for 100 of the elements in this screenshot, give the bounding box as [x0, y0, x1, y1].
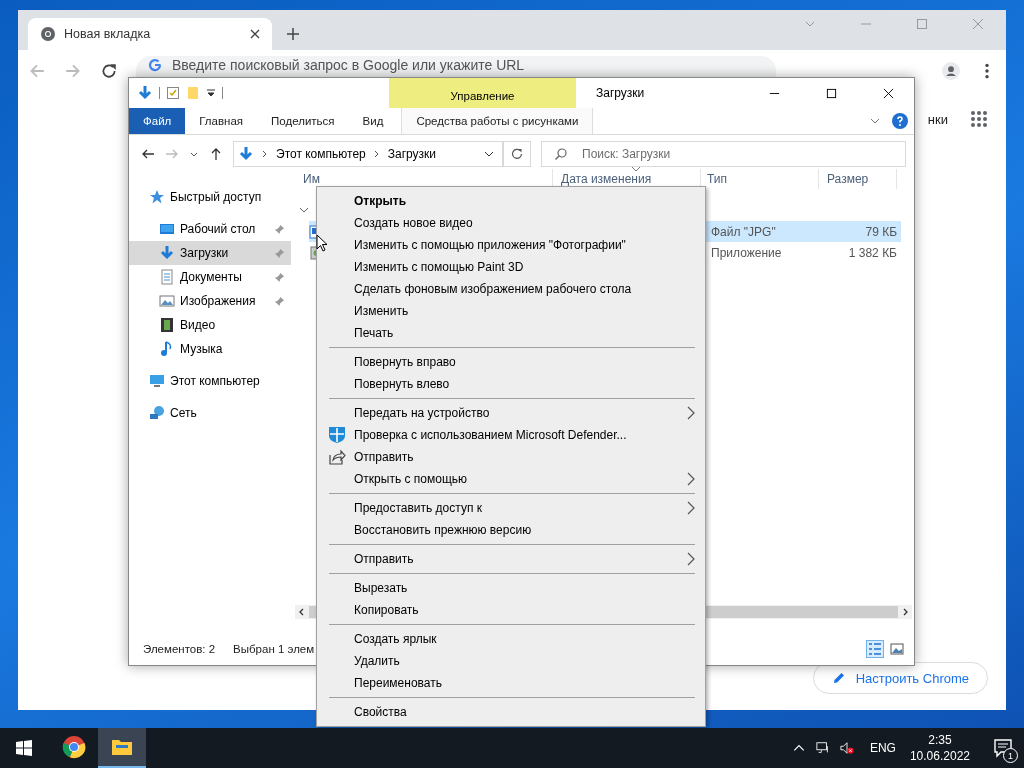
pencil-icon	[831, 671, 846, 685]
nav-item[interactable]: Музыка	[129, 337, 291, 361]
type-cell[interactable]: Приложение	[705, 242, 823, 263]
nav-item[interactable]: Этот компьютер	[129, 369, 291, 393]
menu-item[interactable]: Изменить	[319, 300, 703, 322]
menu-item[interactable]: Повернуть вправо	[319, 351, 703, 373]
help-icon[interactable]	[892, 113, 908, 129]
nav-item[interactable]: Видео	[129, 313, 291, 337]
computer-icon	[149, 373, 165, 389]
refresh-icon	[510, 147, 524, 161]
browser-tab[interactable]: Новая вкладка	[28, 18, 272, 50]
clock[interactable]: 2:35 10.06.2022	[909, 732, 970, 764]
nav-item[interactable]: Сеть	[129, 401, 291, 425]
menu-item[interactable]: Повернуть влево	[319, 373, 703, 395]
ribbon-tab[interactable]: Вид	[348, 108, 398, 134]
menu-item[interactable]: Отправить	[319, 446, 703, 468]
menu-item[interactable]: Копировать	[319, 599, 703, 621]
pin-icon[interactable]	[274, 295, 285, 307]
up-icon[interactable]	[209, 147, 223, 161]
menu-item[interactable]: Создать ярлык	[319, 628, 703, 650]
address-field[interactable]: Этот компьютер Загрузки	[233, 141, 503, 167]
menu-item[interactable]: Открыть с помощью	[319, 468, 703, 490]
dropdown-icon[interactable]	[206, 88, 216, 98]
video-icon	[159, 317, 175, 333]
status-text: Элементов: 2	[143, 643, 216, 655]
type-cell[interactable]: Файл "JPG"	[705, 221, 823, 242]
sort-caret-icon	[631, 166, 641, 172]
star-icon	[149, 189, 165, 205]
close-icon[interactable]	[250, 29, 260, 39]
date-text: 10.06.2022	[909, 748, 970, 764]
menu-item[interactable]: Свойства	[319, 701, 703, 723]
explorer-taskbar-button[interactable]	[98, 728, 146, 768]
details-view-icon[interactable]	[866, 640, 884, 658]
refresh-button[interactable]	[503, 141, 531, 167]
language-indicator[interactable]: ENG	[869, 741, 896, 755]
network-icon[interactable]	[815, 741, 830, 755]
desktop-icon	[159, 221, 175, 237]
dropdown-icon[interactable]	[484, 149, 494, 159]
shield-icon	[328, 426, 346, 444]
notifications-button[interactable]: 1	[988, 733, 1018, 763]
collapse-chevron-icon[interactable]	[299, 205, 309, 215]
reload-icon[interactable]	[100, 62, 118, 80]
close-icon[interactable]	[883, 87, 894, 99]
maximize-icon[interactable]	[826, 87, 837, 99]
contextual-tab-group: Управление	[389, 78, 576, 108]
pin-icon[interactable]	[274, 223, 285, 235]
document-icon	[159, 269, 175, 285]
ribbon-tab[interactable]: Файл	[129, 108, 186, 134]
notification-badge: 1	[1003, 748, 1018, 763]
breadcrumb[interactable]: Загрузки	[387, 147, 437, 161]
menu-item[interactable]: Отправить	[319, 548, 703, 570]
address-field[interactable]: Введите поисковый запрос в Google или укажите URL	[136, 56, 776, 77]
window-title: Загрузки	[596, 86, 645, 100]
download-icon	[137, 85, 153, 101]
share-icon	[328, 448, 346, 466]
menu-item[interactable]: Проверка с использованием Microsoft Defender...	[319, 424, 703, 446]
menu-item[interactable]: Переименовать	[319, 672, 703, 694]
expand-ribbon-icon[interactable]	[870, 116, 880, 126]
download-icon	[238, 146, 254, 162]
nav-item[interactable]: Изображения	[129, 289, 291, 313]
breadcrumb-chevron-icon	[262, 150, 268, 158]
search-field[interactable]: Поиск: Загрузки	[541, 141, 906, 167]
images-link[interactable]: нки	[927, 111, 948, 127]
menu-item[interactable]: Восстановить прежнюю версию	[319, 519, 703, 541]
ribbon-tab[interactable]: Поделиться	[257, 108, 349, 134]
customize-chrome-button[interactable]: Настроить Chrome	[812, 662, 988, 694]
size-cell: 79 КБ	[823, 221, 901, 242]
nav-item[interactable]: Документы	[129, 265, 291, 289]
menu-item[interactable]: Открыть	[319, 190, 703, 212]
properties-icon[interactable]	[166, 86, 180, 100]
new-tab-icon[interactable]	[286, 27, 300, 41]
back-icon[interactable]	[141, 147, 155, 161]
ribbon-tab[interactable]: Главная	[185, 108, 258, 134]
google-icon	[148, 58, 162, 72]
menu-item[interactable]: Удалить	[319, 650, 703, 672]
windows-start-icon[interactable]	[16, 740, 32, 756]
nav-item[interactable]: Рабочий стол	[129, 217, 291, 241]
nav-item[interactable]: Быстрый доступ	[129, 185, 291, 209]
network-icon	[149, 405, 165, 421]
nav-item[interactable]: Загрузки	[129, 241, 291, 265]
ribbon-tab[interactable]: Средства работы с рисунками	[401, 108, 594, 134]
large-icons-view-icon[interactable]	[888, 640, 906, 658]
menu-item[interactable]: Сделать фоновым изображением рабочего стола	[319, 278, 703, 300]
profile-icon[interactable]	[942, 62, 960, 80]
column-header[interactable]: Размер	[819, 169, 897, 189]
pin-icon[interactable]	[274, 271, 285, 283]
menu-item[interactable]: Печать	[319, 322, 703, 344]
chrome-icon	[40, 26, 56, 42]
menu-item[interactable]: Вырезать	[319, 577, 703, 599]
size-cell-text: 1 382 КБ	[847, 244, 898, 262]
volume-muted-icon[interactable]	[839, 741, 854, 755]
menu-item[interactable]: Передать на устройство	[319, 402, 703, 424]
search-icon	[554, 147, 568, 161]
apps-grid-icon[interactable]	[970, 110, 988, 128]
menu-item[interactable]: Изменить с помощью Paint 3D	[319, 256, 703, 278]
menu-item[interactable]: Создать новое видео	[319, 212, 703, 234]
time-text: 2:35	[928, 732, 952, 748]
menu-item[interactable]: Предоставить доступ к	[319, 497, 703, 519]
breadcrumb[interactable]: Этот компьютер	[276, 147, 366, 161]
breadcrumb-chevron-icon	[373, 150, 380, 158]
